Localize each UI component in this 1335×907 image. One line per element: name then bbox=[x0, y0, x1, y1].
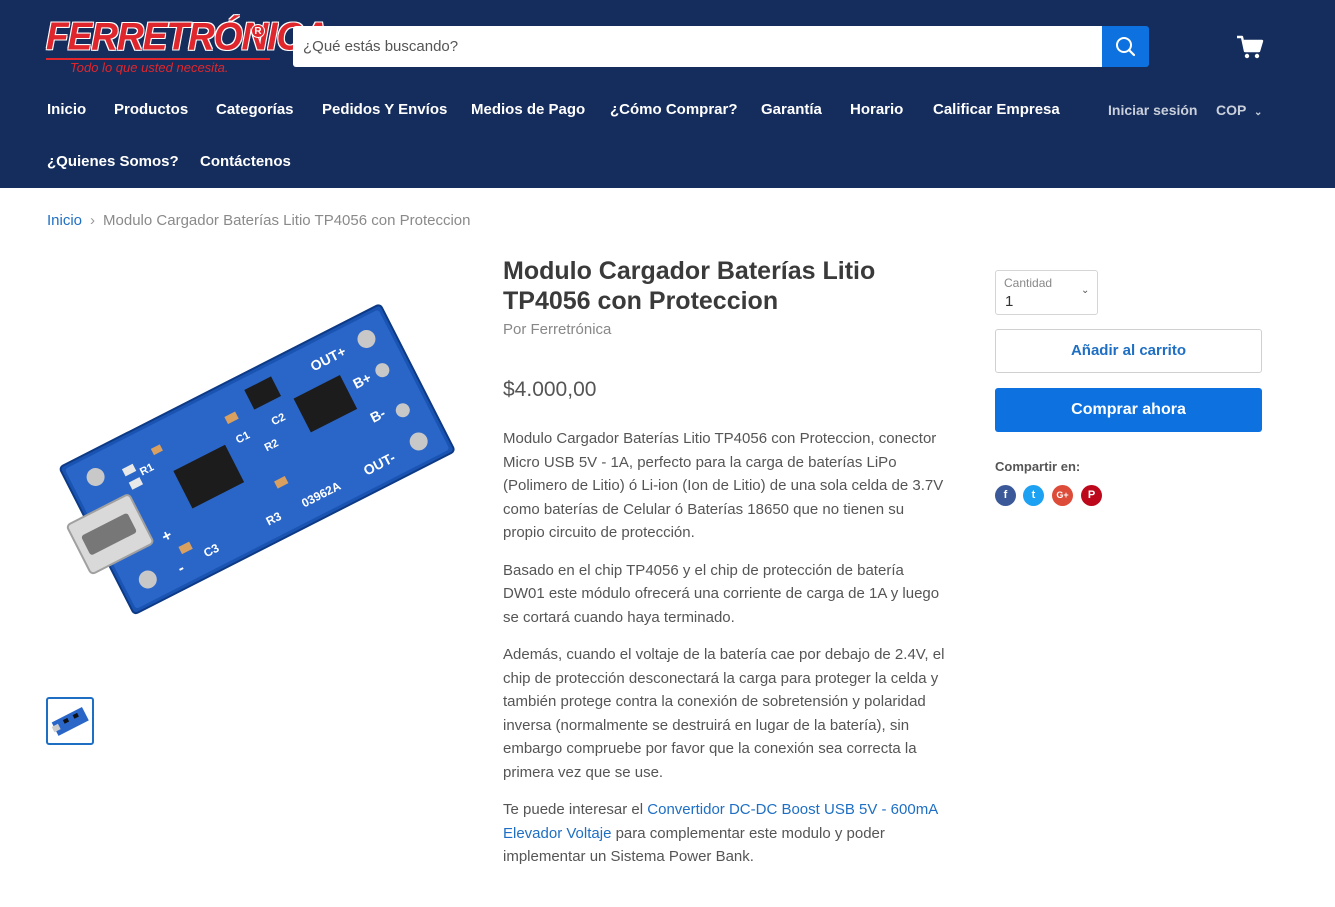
product-title: Modulo Cargador Baterías Litio TP4056 co… bbox=[503, 257, 876, 315]
google-plus-icon[interactable]: G+ bbox=[1052, 485, 1073, 506]
currency-label: COP bbox=[1216, 102, 1247, 118]
nav-quienes-somos[interactable]: ¿Quienes Somos? bbox=[47, 153, 179, 170]
quantity-select[interactable]: Cantidad 1 ⌄ bbox=[995, 270, 1098, 315]
product-image[interactable]: OUT+ B+ B- OUT- 03962A R3 C3 R1 R2 C1 C2… bbox=[46, 262, 466, 652]
nav-garantia[interactable]: Garantía bbox=[761, 101, 822, 118]
breadcrumb-separator: › bbox=[90, 212, 96, 229]
nav-calificar-empresa[interactable]: Calificar Empresa bbox=[933, 101, 1060, 118]
logo-text: FERRETRÓNICA bbox=[46, 14, 329, 58]
quantity-value: 1 bbox=[1005, 293, 1014, 310]
description-paragraph: Modulo Cargador Baterías Litio TP4056 co… bbox=[503, 430, 944, 541]
nav-pedidos-envios[interactable]: Pedidos Y Envíos bbox=[322, 101, 447, 118]
product-description: Modulo Cargador Baterías Litio TP4056 co… bbox=[503, 427, 945, 883]
logo-tagline: Todo lo que usted necesita. bbox=[70, 60, 229, 75]
cart-icon bbox=[1237, 35, 1264, 59]
description-text: Te puede interesar el bbox=[503, 801, 648, 818]
pinterest-icon[interactable]: P bbox=[1081, 485, 1102, 506]
nav-productos[interactable]: Productos bbox=[114, 101, 188, 118]
product-vendor[interactable]: Por Ferretrónica bbox=[503, 321, 611, 338]
registered-mark-icon: R bbox=[251, 24, 265, 38]
search-button[interactable] bbox=[1102, 26, 1149, 67]
description-paragraph: Además, cuando el voltaje de la batería … bbox=[503, 646, 945, 781]
store-logo[interactable]: FERRETRÓNICA R Todo lo que usted necesit… bbox=[46, 14, 329, 78]
product-price: $4.000,00 bbox=[503, 378, 597, 401]
thumbnail-image bbox=[51, 707, 89, 736]
nav-medios-pago[interactable]: Medios de Pago bbox=[471, 101, 585, 118]
site-header: FERRETRÓNICA R Todo lo que usted necesit… bbox=[0, 0, 1335, 188]
currency-selector[interactable]: COP ⌄ bbox=[1216, 102, 1262, 118]
search-icon bbox=[1116, 37, 1136, 57]
search-input[interactable] bbox=[293, 26, 1103, 67]
nav-categorias[interactable]: Categorías bbox=[216, 101, 294, 118]
breadcrumb-home[interactable]: Inicio bbox=[47, 212, 82, 229]
twitter-icon[interactable]: t bbox=[1023, 485, 1044, 506]
description-paragraph: Basado en el chip TP4056 y el chip de pr… bbox=[503, 561, 940, 626]
nav-horario[interactable]: Horario bbox=[850, 101, 903, 118]
quantity-label: Cantidad bbox=[1004, 276, 1053, 290]
buy-now-button[interactable]: Comprar ahora bbox=[995, 388, 1262, 432]
breadcrumb-current: Modulo Cargador Baterías Litio TP4056 co… bbox=[103, 212, 471, 229]
chevron-down-icon: ⌄ bbox=[1253, 107, 1263, 118]
cart-button[interactable] bbox=[1236, 33, 1264, 61]
login-link[interactable]: Iniciar sesión bbox=[1108, 102, 1197, 118]
description-paragraph: Te puede interesar el Convertidor DC-DC … bbox=[503, 798, 945, 869]
nav-como-comprar[interactable]: ¿Cómo Comprar? bbox=[610, 101, 738, 118]
chevron-down-icon: ⌄ bbox=[1081, 285, 1090, 296]
facebook-icon[interactable]: f bbox=[995, 485, 1016, 506]
product-thumbnail[interactable] bbox=[46, 697, 94, 745]
nav-inicio[interactable]: Inicio bbox=[47, 101, 86, 118]
breadcrumb: Inicio › Modulo Cargador Baterías Litio TP… bbox=[47, 212, 470, 229]
share-label: Compartir en: bbox=[995, 459, 1081, 474]
nav-contactenos[interactable]: Contáctenos bbox=[200, 153, 291, 170]
add-to-cart-button[interactable]: Añadir al carrito bbox=[995, 329, 1262, 373]
